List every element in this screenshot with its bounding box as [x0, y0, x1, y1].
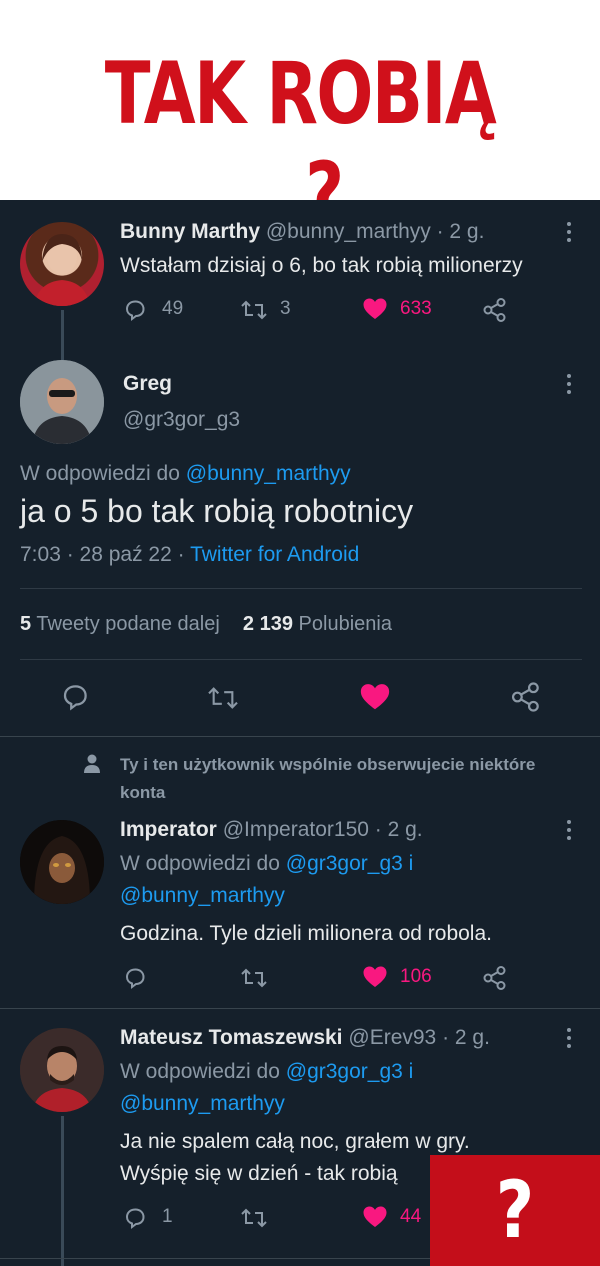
reply-context: W odpowiedzi do @gr3gor_g3 i — [120, 1060, 413, 1084]
tweet-header: Imperator @Imperator150 · 2 g. — [120, 818, 423, 842]
tweet-text: Godzina. Tyle dzieli milionera od robola… — [120, 922, 492, 945]
avatar-image-icon — [34, 234, 90, 306]
author-name[interactable]: Bunny Marthy — [120, 220, 260, 243]
retweet-icon[interactable] — [240, 966, 268, 990]
avatar-image-icon — [20, 360, 104, 444]
tweet-timestamp-row: 7:03 · 28 paź 22 · Twitter for Android — [20, 543, 359, 567]
client-link[interactable]: Twitter for Android — [190, 543, 359, 566]
reply-count: 1 — [162, 1206, 173, 1227]
engagement-stats: 5 Tweety podane dalej 2 139 Polubienia — [20, 613, 392, 636]
author-handle[interactable]: @gr3gor_g3 — [123, 408, 240, 432]
like-count: 633 — [400, 298, 432, 319]
divider — [20, 588, 582, 589]
mention-link[interactable]: @bunny_marthyy — [120, 1092, 285, 1116]
mutual-follow-notice: Ty i ten użytkownik wspólnie obserwujeci… — [120, 755, 536, 802]
tweet-text: Wstałam dzisiaj o 6, bo tak robią milion… — [120, 254, 523, 277]
author-name[interactable]: Mateusz Tomaszewski — [120, 1026, 343, 1049]
mention-join: i — [408, 852, 414, 875]
like-icon[interactable] — [359, 682, 391, 712]
like-count: 106 — [400, 966, 432, 987]
thread-line — [61, 310, 64, 360]
reply-icon[interactable] — [123, 966, 147, 990]
more-options-icon[interactable] — [566, 820, 572, 840]
avatar-image-icon — [20, 1028, 104, 1112]
reply-context: W odpowiedzi do @bunny_marthyy — [20, 462, 351, 486]
tweet-text: ja o 5 bo tak robią robotnicy — [20, 493, 414, 529]
reply-icon[interactable] — [60, 682, 90, 712]
author-name[interactable]: Imperator — [120, 818, 217, 841]
reply-icon[interactable] — [123, 1206, 147, 1230]
reply-count: 49 — [162, 298, 184, 319]
retweet-icon[interactable] — [240, 1206, 268, 1230]
mention-link[interactable]: @bunny_marthyy — [186, 462, 351, 485]
tweet-header: Bunny Marthy @bunny_marthyy · 2 g. — [120, 220, 484, 244]
avatar-image-icon — [20, 820, 104, 904]
share-icon[interactable] — [482, 297, 508, 323]
like-label[interactable]: Polubienia — [299, 613, 392, 635]
person-icon — [82, 753, 102, 775]
tweet-timestamp[interactable]: 7:03 · 28 paź 22 · — [20, 543, 185, 566]
retweet-count: 3 — [280, 298, 291, 319]
reply-icon[interactable] — [123, 298, 147, 322]
thread-line — [61, 1116, 64, 1266]
tweet-text-line: Wyśpię się w dzień - tak robią — [120, 1162, 398, 1185]
mention-link[interactable]: @gr3gor_g3 — [286, 852, 403, 875]
avatar[interactable] — [20, 360, 104, 444]
reply-context: W odpowiedzi do @gr3gor_g3 i — [120, 852, 413, 876]
like-icon[interactable] — [362, 965, 388, 989]
retweet-total[interactable]: 5 — [20, 613, 31, 635]
more-options-icon[interactable] — [566, 374, 572, 394]
divider — [0, 1008, 600, 1009]
author-meta: @bunny_marthyy · 2 g. — [265, 220, 485, 243]
question-overlay: ? — [430, 1155, 600, 1266]
author-name[interactable]: Greg — [123, 372, 172, 396]
more-options-icon[interactable] — [566, 222, 572, 242]
retweet-label[interactable]: Tweety podane dalej — [36, 613, 219, 635]
reply-prefix: W odpowiedzi do — [120, 1060, 280, 1083]
mention-link[interactable]: @bunny_marthyy — [120, 884, 285, 908]
author-meta: @Erev93 · 2 g. — [348, 1026, 490, 1049]
avatar[interactable] — [20, 820, 104, 904]
like-count: 44 — [400, 1206, 422, 1227]
like-total[interactable]: 2 139 — [243, 613, 293, 635]
header-banner: TAK ROBIĄ ..? — [0, 0, 600, 244]
mention-join: i — [408, 1060, 414, 1083]
retweet-icon[interactable] — [240, 298, 268, 322]
question-mark: ? — [495, 1166, 535, 1256]
author-meta: @Imperator150 · 2 g. — [222, 818, 423, 841]
divider — [0, 736, 600, 737]
avatar[interactable] — [20, 222, 104, 306]
avatar[interactable] — [20, 1028, 104, 1112]
twitter-thread-screen: Bunny Marthy @bunny_marthyy · 2 g. Wstał… — [0, 200, 600, 1266]
reply-prefix: W odpowiedzi do — [20, 462, 180, 485]
tweet-header: Mateusz Tomaszewski @Erev93 · 2 g. — [120, 1026, 490, 1050]
retweet-icon[interactable] — [205, 684, 241, 712]
like-icon[interactable] — [362, 297, 388, 321]
divider — [20, 659, 582, 660]
tweet-text-line: Ja nie spalem całą noc, grałem w gry. — [120, 1130, 470, 1153]
share-icon[interactable] — [510, 681, 542, 713]
share-icon[interactable] — [482, 965, 508, 991]
like-icon[interactable] — [362, 1205, 388, 1229]
reply-prefix: W odpowiedzi do — [120, 852, 280, 875]
mention-link[interactable]: @gr3gor_g3 — [286, 1060, 403, 1083]
more-options-icon[interactable] — [566, 1028, 572, 1048]
